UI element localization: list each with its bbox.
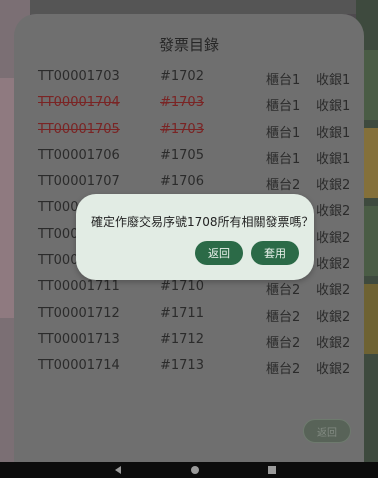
- sheet-title: 發票目錄: [158, 36, 219, 54]
- sheet-back-button[interactable]: 返回: [303, 419, 351, 443]
- status-bar: [0, 0, 378, 14]
- invoice-number: TT00001712: [38, 305, 120, 321]
- counter-name: 櫃台1: [266, 151, 301, 167]
- recents-square-icon[interactable]: [268, 466, 276, 474]
- invoice-row[interactable]: TT00001703 #1702 櫃台1 收銀1: [14, 66, 364, 92]
- invoice-number: TT00001704: [38, 95, 120, 111]
- invoice-number: TT00001706: [38, 147, 120, 163]
- void-confirm-dialog: 確定作廢交易序號1708所有相關發票嗎？ 返回 套用: [76, 194, 314, 280]
- invoice-number: TT00001705: [38, 121, 120, 137]
- counter-name: 櫃台2: [266, 335, 301, 351]
- invoice-number: TT00001713: [38, 331, 120, 347]
- back-triangle-icon[interactable]: [115, 466, 121, 474]
- transaction-seq: #1710: [160, 279, 204, 295]
- cashier-name: 收銀2: [316, 283, 351, 299]
- counter-name: 櫃台2: [266, 309, 301, 325]
- cashier-name: 收銀2: [316, 178, 351, 194]
- transaction-seq: #1712: [160, 331, 204, 347]
- transaction-seq: #1703: [160, 121, 204, 137]
- counter-name: 櫃台1: [266, 99, 301, 115]
- cashier-name: 收銀2: [316, 230, 351, 246]
- invoice-number: TT00001707: [38, 174, 120, 190]
- invoice-row[interactable]: TT00001712 #1711 櫃台2 收銀2: [14, 303, 364, 329]
- transaction-seq: #1702: [160, 69, 204, 84]
- invoice-number: TT00001711: [38, 279, 120, 295]
- invoice-row[interactable]: TT00001705 #1703 櫃台1 收銀1: [14, 119, 364, 145]
- cashier-name: 收銀2: [316, 204, 351, 220]
- cashier-name: 收銀1: [316, 151, 351, 167]
- transaction-seq: #1705: [160, 147, 204, 163]
- invoice-row[interactable]: TT00001713 #1712 櫃台2 收銀2: [14, 329, 364, 355]
- counter-name: 櫃台1: [266, 73, 301, 88]
- home-circle-icon[interactable]: [191, 466, 199, 474]
- counter-name: 櫃台2: [266, 283, 301, 299]
- cashier-name: 收銀2: [316, 362, 351, 378]
- counter-name: 櫃台1: [266, 125, 301, 141]
- transaction-seq: #1713: [160, 358, 204, 374]
- transaction-seq: #1706: [160, 174, 204, 190]
- cashier-name: 收銀2: [316, 309, 351, 325]
- system-nav-bar: [0, 462, 378, 478]
- cashier-name: 收銀2: [316, 257, 351, 273]
- dialog-apply-button[interactable]: 套用: [251, 241, 299, 265]
- invoice-row[interactable]: TT00001711 #1710 櫃台2 收銀2: [14, 276, 364, 302]
- invoice-row[interactable]: TT00001704 #1703 櫃台1 收銀1: [14, 92, 364, 118]
- cashier-name: 收銀2: [316, 335, 351, 351]
- invoice-number: TT00001714: [38, 358, 120, 374]
- dialog-message: 確定作廢交易序號1708所有相關發票嗎？: [91, 215, 314, 229]
- transaction-seq: #1703: [160, 95, 204, 111]
- counter-name: 櫃台2: [266, 362, 301, 378]
- transaction-seq: #1711: [160, 305, 204, 321]
- counter-name: 櫃台2: [266, 178, 301, 194]
- cashier-name: 收銀1: [316, 99, 351, 115]
- cashier-name: 收銀1: [316, 73, 351, 88]
- invoice-row[interactable]: TT00001706 #1705 櫃台1 收銀1: [14, 145, 364, 171]
- invoice-row[interactable]: TT00001714 #1713 櫃台2 收銀2: [14, 355, 364, 381]
- invoice-number: TT00001703: [38, 69, 120, 84]
- dialog-back-button[interactable]: 返回: [195, 241, 243, 265]
- cashier-name: 收銀1: [316, 125, 351, 141]
